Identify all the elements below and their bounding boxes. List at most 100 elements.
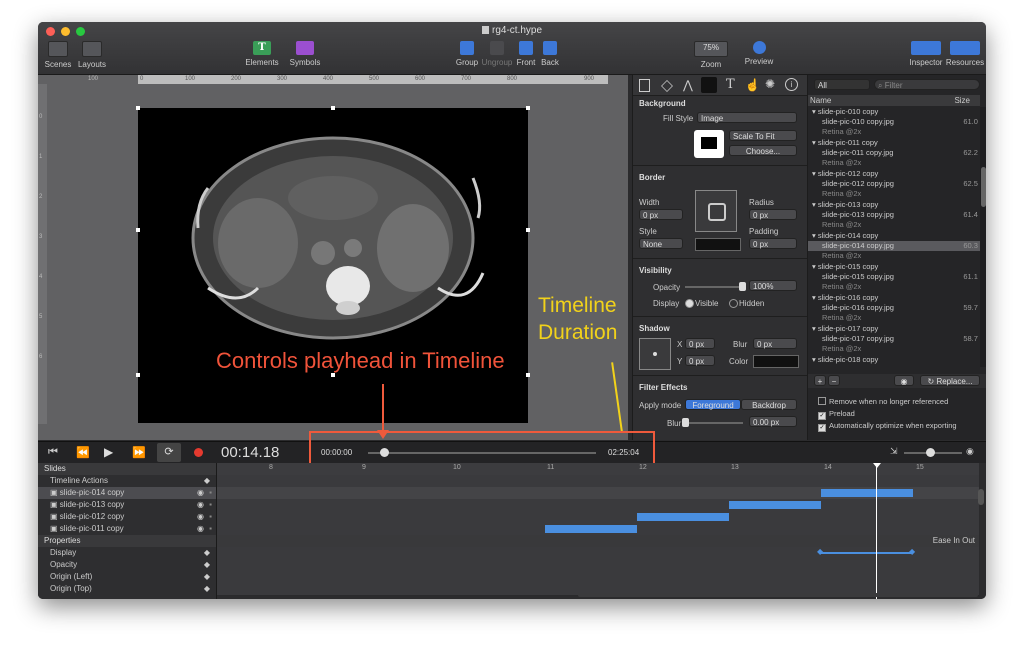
step-back-icon[interactable]: ⏪ <box>76 446 90 459</box>
layer-row[interactable]: ▣ slide-pic-014 copy ◉ ▪ <box>38 487 216 499</box>
timeline-actions-row[interactable]: Timeline Actions ◆ <box>38 475 216 487</box>
animation-bar[interactable] <box>545 525 637 533</box>
filter-blur-input[interactable]: 0.00 px <box>749 416 797 427</box>
typography-tab-icon[interactable]: T <box>726 77 735 92</box>
resize-handle[interactable] <box>331 106 335 110</box>
identity-tab-icon[interactable]: i <box>785 78 798 91</box>
border-width-input[interactable]: 0 px <box>639 209 683 220</box>
shadow-color-well[interactable] <box>753 355 799 368</box>
border-radius-input[interactable]: 0 px <box>749 209 797 220</box>
add-resource-button[interactable]: + <box>814 375 826 386</box>
resource-file[interactable]: slide-pic-016 copy.jpg59.7 KB <box>808 303 980 313</box>
fill-style-select[interactable]: Image <box>697 112 797 123</box>
resize-handle[interactable] <box>526 373 530 377</box>
property-row[interactable]: Origin (Top) ◆ <box>38 583 216 595</box>
filter-blur-slider[interactable] <box>682 418 743 427</box>
shadow-blur-input[interactable]: 0 px <box>753 338 797 349</box>
hidden-radio[interactable] <box>729 299 738 308</box>
checkbox[interactable] <box>818 397 826 405</box>
border-style-select[interactable]: None <box>639 238 683 249</box>
loop-icon[interactable]: ⟳ <box>157 443 181 462</box>
resource-retina[interactable]: Retina @2x <box>808 251 980 261</box>
resource-retina[interactable]: Retina @2x <box>808 313 980 323</box>
image-thumbnail[interactable] <box>694 130 724 158</box>
resource-retina[interactable]: Retina @2x <box>808 127 980 137</box>
eye-icon[interactable]: ◉ <box>197 511 204 523</box>
resize-handle[interactable] <box>526 106 530 110</box>
resource-retina[interactable]: Retina @2x <box>808 282 980 292</box>
preload-option[interactable]: ✓ Preload <box>818 409 855 420</box>
timeline-horizontal-scrollbar[interactable] <box>578 593 978 597</box>
record-button[interactable] <box>194 448 203 457</box>
elements-button[interactable]: T Elements <box>244 41 280 67</box>
keyframe-diamond-icon[interactable]: ◆ <box>204 547 210 559</box>
shadow-x-input[interactable]: 0 px <box>685 338 715 349</box>
resource-group[interactable]: ▾ slide-pic-012 copy <box>808 169 980 179</box>
resource-group[interactable]: ▾ slide-pic-018 copy <box>808 355 980 365</box>
layer-row[interactable]: ▣ slide-pic-012 copy ◉ ▪ <box>38 511 216 523</box>
eye-icon[interactable]: ◉ <box>197 499 204 511</box>
animation-bar[interactable] <box>821 489 913 497</box>
resource-file[interactable]: slide-pic-017 copy.jpg58.7 KB <box>808 334 980 344</box>
optimize-option[interactable]: ✓ Automatically optimize when exporting <box>818 421 957 432</box>
scene-tab-icon[interactable] <box>661 80 673 92</box>
resource-filter-input[interactable]: ⌕ Filter <box>874 79 980 90</box>
front-button[interactable]: Front <box>514 41 538 67</box>
resize-handle[interactable] <box>136 373 140 377</box>
eye-icon[interactable]: ◉ <box>894 375 914 386</box>
playhead[interactable] <box>876 463 877 599</box>
ungroup-button[interactable]: Ungroup <box>481 41 513 67</box>
keyframe-diamond-icon[interactable]: ◆ <box>909 547 915 556</box>
border-side-selector[interactable] <box>695 190 737 232</box>
group-button[interactable]: Group <box>455 41 479 67</box>
opacity-input[interactable]: 100% <box>749 280 797 291</box>
resize-handle[interactable] <box>136 228 140 232</box>
layer-row[interactable]: ▣ slide-pic-011 copy ◉ ▪ <box>38 523 216 535</box>
lock-icon[interactable]: ▪ <box>209 523 212 535</box>
zoom-control[interactable]: 75% Zoom <box>693 41 729 69</box>
resource-group[interactable]: ▾ slide-pic-015 copy <box>808 262 980 272</box>
lock-icon[interactable]: ▪ <box>209 499 212 511</box>
document-tab-icon[interactable] <box>639 79 650 92</box>
resource-group[interactable]: ▾ slide-pic-011 copy <box>808 138 980 148</box>
animation-bar[interactable] <box>729 501 821 509</box>
timeline-vertical-scrollbar[interactable] <box>978 489 984 505</box>
shadow-y-input[interactable]: 0 px <box>685 355 715 366</box>
remove-resource-button[interactable]: − <box>828 375 840 386</box>
resource-file[interactable]: slide-pic-010 copy.jpg61.0 KB <box>808 117 980 127</box>
scale-select[interactable]: Scale To Fit <box>729 130 797 141</box>
visible-radio[interactable] <box>685 299 694 308</box>
resource-group[interactable]: ▾ slide-pic-013 copy <box>808 200 980 210</box>
property-row[interactable]: Display ◆ <box>38 547 216 559</box>
animation-bar[interactable] <box>637 513 729 521</box>
replace-button[interactable]: ↻ Replace... <box>920 375 980 386</box>
resource-scope-select[interactable]: All <box>814 79 870 90</box>
keyframe-diamond-icon[interactable]: ◆ <box>204 583 210 595</box>
shadow-offset-picker[interactable] <box>639 338 671 370</box>
resource-group[interactable]: ▾ slide-pic-014 copy <box>808 231 980 241</box>
foreground-segment[interactable]: Foreground <box>685 399 741 410</box>
choose-image-button[interactable]: Choose... <box>729 145 797 156</box>
time-ruler[interactable]: 8 9 10 11 12 13 14 15 <box>217 463 979 475</box>
physics-tab-icon[interactable]: ✺ <box>765 77 775 91</box>
opacity-slider[interactable] <box>685 282 746 291</box>
checkbox-checked[interactable]: ✓ <box>818 412 826 420</box>
resource-list[interactable]: ▾ slide-pic-010 copy slide-pic-010 copy.… <box>808 107 980 367</box>
property-row[interactable]: Origin (Left) ◆ <box>38 571 216 583</box>
resource-file[interactable]: slide-pic-015 copy.jpg61.1 KB <box>808 272 980 282</box>
resource-group[interactable]: ▾ slide-pic-016 copy <box>808 293 980 303</box>
resource-retina[interactable]: Retina @2x <box>808 158 980 168</box>
element-tab-icon[interactable] <box>701 77 717 93</box>
layouts-button[interactable]: Layouts <box>76 41 108 69</box>
resize-handle[interactable] <box>526 228 530 232</box>
remove-unreferenced-option[interactable]: Remove when no longer referenced <box>818 397 948 406</box>
resource-file[interactable]: slide-pic-011 copy.jpg62.2 KB <box>808 148 980 158</box>
resource-group[interactable]: ▾ slide-pic-017 copy <box>808 324 980 334</box>
symbols-button[interactable]: Symbols <box>288 41 322 67</box>
go-to-start-icon[interactable]: ⏮ <box>48 446 58 459</box>
resource-file[interactable]: slide-pic-012 copy.jpg62.5 KB <box>808 179 980 189</box>
resource-group[interactable]: ▾ slide-pic-010 copy <box>808 107 980 117</box>
lock-icon[interactable]: ▪ <box>209 511 212 523</box>
keyframe-diamond-icon[interactable]: ◆ <box>817 547 823 556</box>
keyframe-span[interactable] <box>821 552 913 554</box>
